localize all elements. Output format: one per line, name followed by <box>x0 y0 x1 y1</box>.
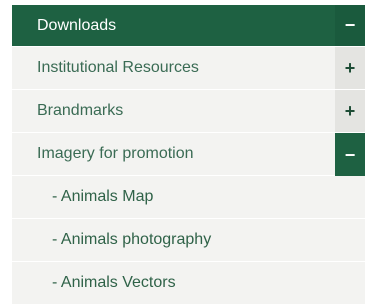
submenu-item-label: - Animals photography <box>52 231 212 248</box>
collapse-icon[interactable]: − <box>335 5 365 46</box>
submenu-item-label: - Animals Map <box>52 188 154 205</box>
expand-icon[interactable]: + <box>335 47 365 89</box>
menu-item-institutional-resources[interactable]: Institutional Resources + <box>12 47 365 90</box>
downloads-accordion-menu: Downloads − Institutional Resources + Br… <box>12 5 365 305</box>
submenu-item-animals-map[interactable]: - Animals Map <box>12 176 365 219</box>
menu-item-imagery-for-promotion[interactable]: Imagery for promotion − <box>12 133 365 177</box>
menu-item-label: Imagery for promotion <box>37 145 194 162</box>
collapse-icon[interactable]: − <box>335 133 365 177</box>
menu-item-brandmarks[interactable]: Brandmarks + <box>12 90 365 133</box>
menu-item-label: Downloads <box>37 16 117 34</box>
menu-item-label: Institutional Resources <box>37 59 199 76</box>
submenu-item-label: - Animals Vectors <box>52 274 176 291</box>
submenu-item-animals-photography[interactable]: - Animals photography <box>12 219 365 262</box>
expand-icon[interactable]: + <box>335 90 365 132</box>
menu-item-downloads[interactable]: Downloads − <box>12 5 365 47</box>
submenu-item-animals-vectors[interactable]: - Animals Vectors <box>12 262 365 305</box>
menu-item-label: Brandmarks <box>37 102 124 119</box>
